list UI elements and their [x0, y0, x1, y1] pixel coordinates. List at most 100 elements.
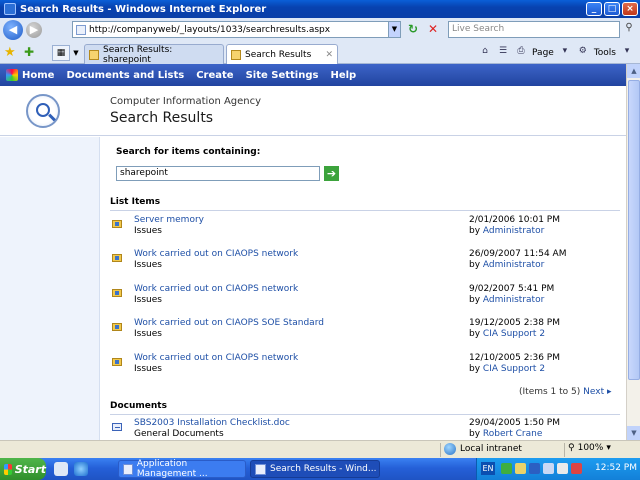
result-author-link[interactable]: CIA Support 2 [483, 329, 545, 339]
top-navigation: Home Documents and Lists Create Site Set… [0, 64, 626, 86]
home-icon[interactable]: ⌂ [478, 46, 492, 59]
tab-page-icon [89, 49, 99, 60]
start-button[interactable]: Start [0, 458, 46, 480]
issue-item-icon [112, 254, 122, 262]
address-row: ◀ ▶ http://companyweb/_layouts/1033/sear… [0, 18, 640, 42]
tray-alert-icon[interactable] [571, 463, 582, 474]
ie-icon [4, 3, 16, 15]
clock: 12:52 PM [595, 463, 637, 473]
maximize-button[interactable]: □ [604, 2, 620, 16]
tray-app-icon[interactable] [529, 463, 540, 474]
result-date: 29/04/2005 1:50 PM [469, 418, 560, 428]
address-bar[interactable]: http://companyweb/_layouts/1033/searchre… [72, 21, 390, 38]
page-menu[interactable]: Page [532, 48, 554, 58]
result-author-link[interactable]: Administrator [483, 226, 544, 236]
page-header: Computer Information Agency Search Resul… [0, 86, 626, 136]
nav-documents-and-lists[interactable]: Documents and Lists [66, 70, 184, 81]
list-item: Work carried out on CIAOPS SOE Standard … [110, 318, 620, 348]
pager-next-link[interactable]: Next ▸ [583, 387, 611, 397]
by-label: by [469, 260, 481, 270]
scroll-thumb[interactable] [628, 80, 640, 380]
issue-item-icon [112, 358, 122, 366]
command-bar: ⌂ ☰ ⎙ Page ▾ ⚙ Tools ▾ [478, 46, 634, 59]
list-items-heading: List Items [110, 197, 161, 207]
tray-network-icon[interactable] [501, 463, 512, 474]
minimize-button[interactable]: _ [586, 2, 602, 16]
result-title-link[interactable]: Work carried out on CIAOPS network [134, 353, 298, 363]
feeds-icon[interactable]: ☰ [496, 46, 510, 59]
windows-flag-icon [4, 463, 12, 475]
result-title-link[interactable]: Work carried out on CIAOPS network [134, 284, 298, 294]
pager-range: (Items 1 to 5) [519, 387, 581, 397]
status-bar: Local intranet ⚲ 100% ▾ [0, 440, 640, 458]
issue-item-icon [112, 220, 122, 228]
left-navigation-panel [0, 137, 100, 440]
tab-close-icon[interactable]: ✕ [325, 50, 333, 60]
system-tray: EN 12:52 PM [476, 458, 640, 480]
nav-site-settings[interactable]: Site Settings [246, 70, 319, 81]
forward-button[interactable]: ▶ [26, 22, 42, 38]
search-input[interactable]: sharepoint [116, 166, 320, 181]
zoom-control[interactable]: ⚲ 100% ▾ [568, 443, 611, 453]
result-date: 12/10/2005 2:36 PM [469, 353, 560, 363]
by-label: by [469, 226, 481, 236]
scroll-up-arrow-icon[interactable]: ▲ [627, 64, 640, 78]
quick-launch-ie-icon[interactable] [74, 462, 88, 476]
print-icon[interactable]: ⎙ [514, 46, 528, 59]
result-author-link[interactable]: Administrator [483, 295, 544, 305]
result-title-link[interactable]: SBS2003 Installation Checklist.doc [134, 418, 290, 428]
page-content: Home Documents and Lists Create Site Set… [0, 64, 626, 440]
quick-tabs-button[interactable]: ▦ [52, 45, 70, 61]
result-author-line: by Administrator [469, 295, 544, 305]
close-button[interactable]: × [622, 2, 638, 16]
tab-label: Search Results: sharepoint [103, 44, 173, 65]
result-author-link[interactable]: Robert Crane [483, 429, 542, 439]
list-item: Work carried out on CIAOPS network Issue… [110, 284, 620, 314]
taskbar-item-application-management[interactable]: Application Management ... [118, 459, 246, 479]
documents-heading: Documents [110, 401, 167, 411]
result-title-link[interactable]: Work carried out on CIAOPS network [134, 249, 298, 259]
back-button[interactable]: ◀ [3, 20, 23, 40]
tray-security-icon[interactable] [515, 463, 526, 474]
by-label: by [469, 295, 481, 305]
vertical-scrollbar[interactable]: ▲ ▼ [626, 64, 640, 440]
nav-create[interactable]: Create [196, 70, 233, 81]
refresh-button[interactable]: ↻ [405, 22, 421, 37]
nav-home[interactable]: Home [22, 70, 54, 81]
status-divider [564, 443, 565, 457]
tools-menu[interactable]: Tools [594, 48, 616, 58]
tab-search-results[interactable]: Search Results ✕ [226, 44, 338, 64]
address-dropdown-button[interactable]: ▼ [388, 21, 401, 38]
chevron-down-icon: ▾ [606, 443, 611, 453]
taskbar-item-search-results[interactable]: Search Results - Wind... [250, 460, 380, 478]
tray-monitor-icon[interactable] [543, 463, 554, 474]
tray-volume-icon[interactable] [557, 463, 568, 474]
search-magnifier-icon [26, 94, 60, 128]
result-author-link[interactable]: CIA Support 2 [483, 364, 545, 374]
result-source: Issues [134, 226, 162, 236]
quick-launch-desktop-icon[interactable] [54, 462, 68, 476]
add-favorites-icon[interactable]: ✚ [24, 45, 34, 59]
intranet-globe-icon [444, 443, 456, 455]
tab-search-results-sharepoint[interactable]: Search Results: sharepoint [84, 44, 224, 65]
favorites-star-icon[interactable]: ★ [4, 45, 16, 60]
search-icon[interactable]: ⚲ [622, 22, 636, 36]
result-title-link[interactable]: Server memory [134, 215, 204, 225]
search-go-button[interactable]: ➔ [324, 166, 339, 181]
result-title-link[interactable]: Work carried out on CIAOPS SOE Standard [134, 318, 324, 328]
task-label: Search Results - Wind... [270, 464, 377, 474]
ie-icon [255, 463, 266, 475]
language-indicator[interactable]: EN [481, 462, 495, 475]
tab-list-dropdown[interactable]: ▼ [71, 45, 81, 61]
site-name[interactable]: Computer Information Agency [110, 96, 261, 107]
result-source: Issues [134, 295, 162, 305]
result-author-link[interactable]: Administrator [483, 260, 544, 270]
scroll-down-arrow-icon[interactable]: ▼ [627, 426, 640, 440]
nav-help[interactable]: Help [330, 70, 356, 81]
section-divider [110, 414, 620, 415]
result-author-line: by Administrator [469, 226, 544, 236]
stop-button[interactable]: ✕ [425, 22, 441, 37]
live-search-input[interactable]: Live Search [448, 21, 620, 38]
search-label: Search for items containing: [116, 147, 261, 157]
windows-taskbar: Start Application Management ... Search … [0, 458, 640, 480]
